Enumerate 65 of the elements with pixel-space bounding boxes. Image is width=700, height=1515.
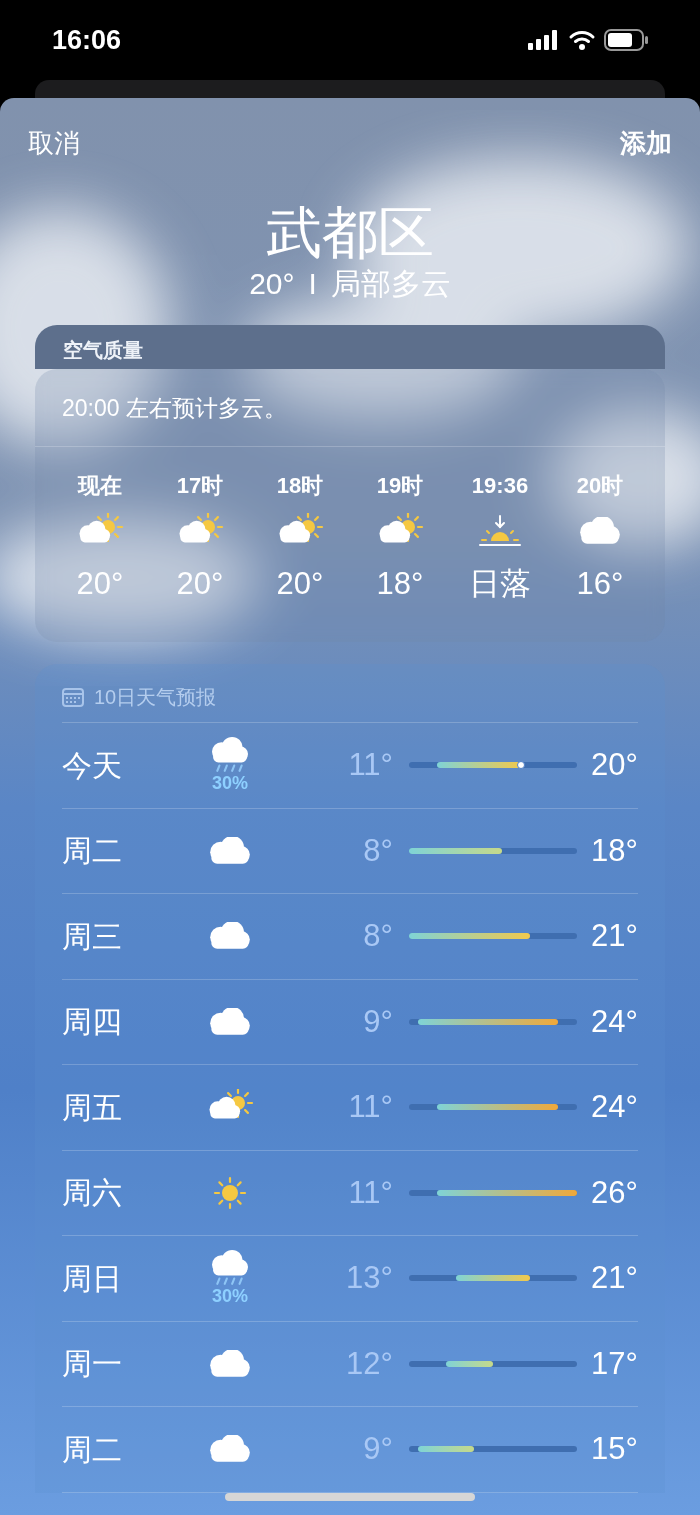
rain-cloud-icon — [210, 1250, 250, 1287]
air-quality-label: 空气质量 — [63, 338, 143, 363]
battery-icon — [604, 29, 648, 51]
signal-icon — [528, 30, 560, 50]
low-temperature: 13° — [345, 1259, 393, 1297]
hour-label: 19:36 — [471, 471, 529, 500]
low-temperature: 12° — [345, 1344, 393, 1383]
high-temperature: 24° — [590, 1088, 638, 1126]
hour-temperature: 20° — [176, 564, 224, 603]
hour-label: 18时 — [276, 471, 324, 500]
location-name: 武都区 — [266, 201, 434, 265]
cloud-icon — [209, 1435, 251, 1464]
hour-temperature: 20° — [76, 564, 124, 603]
high-temperature: 26° — [590, 1173, 638, 1212]
cloud-icon — [209, 1349, 251, 1378]
precipitation-chance: 30% — [212, 773, 248, 794]
low-temperature: 8° — [362, 917, 393, 955]
hour-temperature: 16° — [576, 564, 624, 603]
high-temperature: 21° — [590, 1259, 638, 1297]
hour-temperature: 18° — [376, 564, 424, 603]
sunset-icon — [478, 512, 522, 549]
current-temperature: 20° — [249, 266, 295, 302]
low-temperature: 9° — [362, 1002, 393, 1041]
low-temperature: 11° — [347, 1173, 393, 1212]
hour-label: 19时 — [376, 471, 424, 500]
high-temperature: 20° — [590, 746, 638, 784]
hour-temperature: 日落 — [469, 564, 531, 603]
low-temperature: 11° — [347, 746, 393, 784]
forecast-title: 10日天气预报 — [94, 685, 217, 710]
cloud-icon — [209, 922, 251, 951]
rain-cloud-icon — [210, 737, 250, 774]
day-label: 周一 — [62, 1346, 123, 1383]
separator: I — [308, 266, 317, 302]
day-label: 今天 — [62, 747, 123, 784]
high-temperature: 18° — [590, 831, 638, 870]
day-label: 周五 — [62, 1089, 123, 1126]
hour-label: 现在 — [78, 471, 122, 500]
cancel-button[interactable]: 取消 — [28, 124, 80, 163]
low-temperature: 9° — [362, 1430, 393, 1468]
status-time: 16:06 — [52, 23, 122, 57]
precipitation-chance: 30% — [212, 1286, 248, 1307]
low-temperature: 11° — [347, 1088, 393, 1126]
temperature-range-bar — [446, 1360, 493, 1367]
temperature-range-bar — [418, 1446, 475, 1453]
day-label: 周日 — [62, 1260, 123, 1297]
high-temperature: 24° — [590, 1002, 638, 1041]
day-label: 周二 — [62, 1431, 123, 1468]
high-temperature: 15° — [590, 1430, 638, 1468]
day-label: 周六 — [62, 1175, 123, 1212]
day-label: 周三 — [62, 918, 123, 955]
add-button[interactable]: 添加 — [620, 124, 672, 163]
day-label: 周二 — [62, 833, 123, 870]
high-temperature: 17° — [590, 1344, 638, 1383]
hour-temperature: 20° — [276, 564, 324, 603]
calendar-icon — [62, 687, 84, 707]
day-label: 周四 — [62, 1004, 123, 1041]
cloud-icon — [209, 836, 251, 865]
hour-label: 20时 — [576, 471, 624, 500]
high-temperature: 21° — [590, 917, 638, 955]
low-temperature: 8° — [362, 831, 393, 870]
hourly-summary: 20:00 左右预计多云。 — [62, 395, 287, 421]
cloud-icon — [579, 516, 621, 545]
cloud-icon — [209, 1007, 251, 1036]
wifi-icon — [568, 29, 596, 51]
hour-label: 17时 — [176, 471, 224, 500]
